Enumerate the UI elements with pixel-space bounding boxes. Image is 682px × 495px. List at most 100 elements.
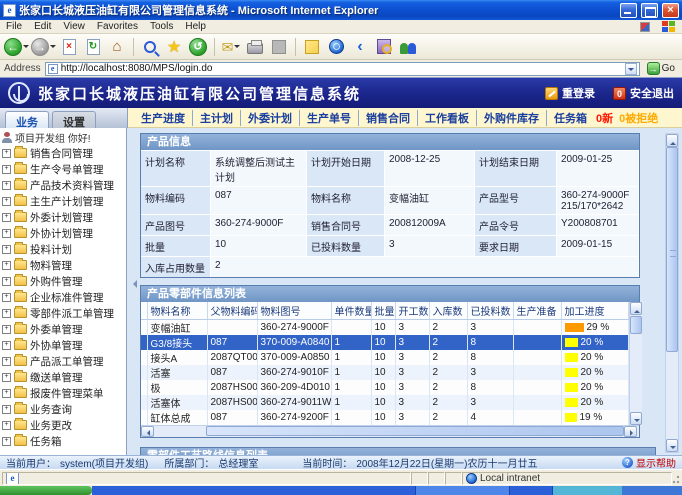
tree-item[interactable]: + 外购件管理 [2,273,126,289]
parts-table-row[interactable]: 活塞体2087HS002360-274-9011W110323 20 % [141,395,628,410]
taskbar-task-button[interactable] [415,486,510,495]
expand-plus-icon[interactable]: + [2,325,11,334]
parts-table-row[interactable]: 活塞087360-274-9010F110323 20 % [141,365,628,380]
tree-item[interactable]: + 业务查询 [2,401,126,417]
scroll-up-icon[interactable] [666,134,678,147]
search-button[interactable] [139,36,161,58]
relogin-button[interactable]: 重登录 [545,85,595,101]
expand-plus-icon[interactable]: + [2,309,11,318]
expand-plus-icon[interactable]: + [2,437,11,446]
close-button[interactable]: × [662,3,679,18]
mail-dropdown-icon[interactable] [234,45,240,51]
scrollbar-thumb[interactable] [206,426,624,436]
column-header[interactable]: 已投料数 [467,302,513,320]
tree-item[interactable]: + 外协计划管理 [2,225,126,241]
column-header[interactable]: 物料图号 [257,302,331,320]
parts-table-row[interactable]: 接头A2087QT002370-009-A0850110328 20 % [141,350,628,365]
tree-item[interactable]: + 业务更改 [2,417,126,433]
parts-table-row[interactable]: 极2087HS002360-209-4D010110328 20 % [141,380,628,395]
tree-item[interactable]: + 外委单管理 [2,321,126,337]
menu-item[interactable]: Help [185,21,206,32]
expand-plus-icon[interactable]: + [2,373,11,382]
expand-plus-icon[interactable]: + [2,181,11,190]
tree-item[interactable]: + 主生产计划管理 [2,193,126,209]
menu-item[interactable]: View [63,21,85,32]
address-dropdown-icon[interactable] [625,63,637,75]
nav-item[interactable]: 工作看板 [417,110,476,126]
column-header[interactable]: 物料名称 [147,302,207,320]
favorites-button[interactable]: ★ [163,36,185,58]
column-header[interactable]: 父物料编码 [207,302,257,320]
tree-item[interactable]: + 任务箱 [2,433,126,449]
menu-item[interactable]: Edit [34,21,51,32]
column-header[interactable]: 批量 [371,302,395,320]
forward-button[interactable]: → [31,36,56,58]
history-button[interactable]: ↺ [187,36,209,58]
parts-horizontal-scrollbar[interactable] [141,425,639,437]
column-header[interactable]: 单件数量 [331,302,371,320]
swoosh-button[interactable]: ‹ [349,36,371,58]
home-button[interactable]: ⌂ [106,36,128,58]
resize-grip[interactable] [672,472,680,485]
start-button[interactable] [0,486,92,495]
tree-item[interactable]: + 报废件管理菜单 [2,385,126,401]
parts-table-row[interactable]: G3/8接头087370-009-A0840110328 20 % [141,335,628,350]
nav-item[interactable]: 主计划 [192,110,240,126]
menu-item[interactable]: Favorites [97,21,138,32]
maximize-button[interactable] [641,3,658,18]
tree-item[interactable]: + 生产令号单管理 [2,161,126,177]
expand-plus-icon[interactable]: + [2,245,11,254]
expand-plus-icon[interactable]: + [2,149,11,158]
tab-settings[interactable]: 设置 [52,111,96,128]
tab-business[interactable]: 业务 [5,111,49,128]
scrollbar-thumb[interactable] [666,147,678,352]
column-header[interactable]: 生产准备 [513,302,561,320]
menu-item[interactable]: File [6,21,22,32]
column-header[interactable]: 加工进度 [561,302,628,320]
refresh-button[interactable]: ↻ [82,36,104,58]
expand-plus-icon[interactable]: + [2,405,11,414]
tree-item[interactable]: + 投料计划 [2,241,126,257]
scrollbar-thumb[interactable] [630,316,642,334]
expand-plus-icon[interactable]: + [2,229,11,238]
nav-item[interactable]: 生产单号 [299,110,358,126]
minimize-button[interactable] [620,3,637,18]
expand-plus-icon[interactable]: + [2,213,11,222]
show-help-button[interactable]: ? 显示帮助 [622,455,676,470]
research-button[interactable] [373,36,395,58]
logout-button[interactable]: 0 安全退出 [613,85,674,101]
tree-item[interactable]: + 销售合同管理 [2,145,126,161]
scroll-down-icon[interactable] [630,412,642,425]
expand-plus-icon[interactable]: + [2,421,11,430]
tree-item[interactable]: + 外协单管理 [2,337,126,353]
scroll-up-icon[interactable] [630,302,642,315]
edit-button[interactable] [268,36,290,58]
parts-table-row[interactable]: 变幅油缸360-274-9000F10323 29 % [141,320,628,336]
print-button[interactable] [244,36,266,58]
nav-item[interactable]: 任务箱 [546,110,594,126]
mail-button[interactable]: ✉ [220,36,242,58]
nav-item[interactable]: 外委计划 [240,110,299,126]
scroll-left-icon[interactable] [141,426,154,437]
address-input[interactable]: e http://localhost:8080/MPS/login.do [45,62,640,76]
expand-plus-icon[interactable]: + [2,165,11,174]
stop-button[interactable]: × [58,36,80,58]
expand-plus-icon[interactable]: + [2,389,11,398]
tree-item[interactable]: + 企业标准件管理 [2,289,126,305]
expand-plus-icon[interactable]: + [2,261,11,270]
nav-item[interactable]: 销售合同 [358,110,417,126]
tree-item[interactable]: + 产品派工单管理 [2,353,126,369]
column-header[interactable]: 入库数 [429,302,467,320]
scroll-right-icon[interactable] [624,426,637,437]
menu-item[interactable]: Tools [150,21,173,32]
discuss-button[interactable] [301,36,323,58]
parts-table-row[interactable]: 缸体总成087360-274-9200F110324 19 % [141,410,628,425]
panel-splitter[interactable] [127,128,136,455]
main-vertical-scrollbar[interactable] [665,133,679,453]
back-dropdown-icon[interactable] [23,45,29,51]
messenger-button[interactable] [397,36,419,58]
forward-dropdown-icon[interactable] [50,45,56,51]
scroll-down-icon[interactable] [666,439,678,452]
tree-item[interactable]: + 产品技术资料管理 [2,177,126,193]
expand-plus-icon[interactable]: + [2,197,11,206]
